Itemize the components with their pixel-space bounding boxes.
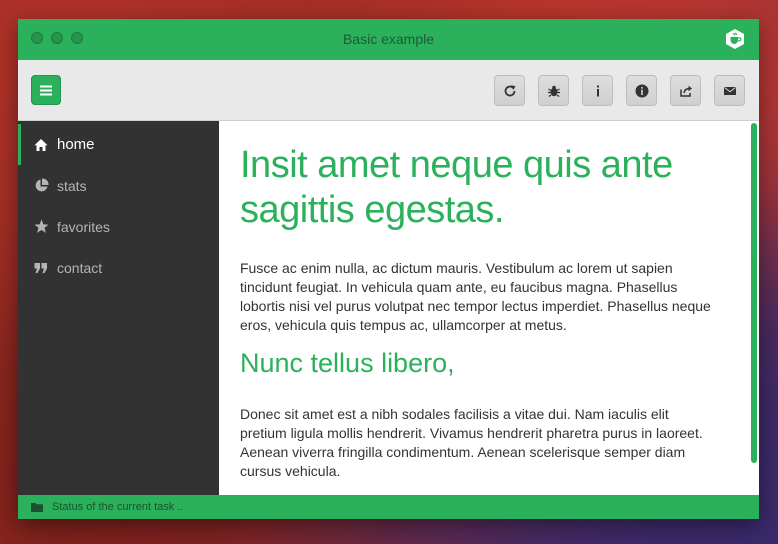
pie-chart-icon <box>33 178 49 194</box>
toolbar-actions <box>494 75 745 106</box>
refresh-button[interactable] <box>494 75 525 106</box>
scrollbar[interactable] <box>751 123 757 463</box>
status-bar: Status of the current task .. <box>18 495 759 519</box>
sidebar-item-favorites[interactable]: favorites <box>18 206 219 247</box>
window-title: Basic example <box>342 31 435 47</box>
paragraph: Fusce ac enim nulla, ac dictum mauris. V… <box>240 260 711 333</box>
sidebar-item-home[interactable]: home <box>18 124 219 165</box>
sidebar-item-label: stats <box>57 177 87 194</box>
refresh-icon <box>504 84 515 96</box>
info-i-icon <box>596 85 599 96</box>
share-icon <box>679 85 692 97</box>
section-heading: Nunc tellus libero, <box>240 348 455 378</box>
sidebar: home stats favorites contact <box>18 121 219 495</box>
sidebar-item-label: contact <box>57 259 103 276</box>
quote-icon <box>33 260 49 276</box>
home-icon <box>33 137 49 153</box>
bug-icon <box>547 85 560 97</box>
paragraph: Donec sit amet est a nibh sodales facili… <box>240 406 703 479</box>
about-button[interactable] <box>626 75 657 106</box>
sidebar-item-label: favorites <box>57 218 110 235</box>
star-icon <box>33 219 49 235</box>
mail-button[interactable] <box>714 75 745 106</box>
page-heading: Insit amet neque quis ante sagittis eges… <box>240 144 673 231</box>
info-circle-icon <box>635 84 648 97</box>
coffee-cup-hexagon-icon <box>724 28 746 50</box>
share-button[interactable] <box>670 75 701 106</box>
app-window: Basic example home stats favorites conta… <box>18 19 759 519</box>
toolbar <box>18 60 759 121</box>
mail-icon <box>723 86 736 95</box>
folder-icon <box>31 502 43 512</box>
hamburger-icon <box>40 85 52 95</box>
sidebar-item-stats[interactable]: stats <box>18 165 219 206</box>
content-pane[interactable]: Insit amet neque quis ante sagittis eges… <box>219 121 759 495</box>
debug-button[interactable] <box>538 75 569 106</box>
sidebar-item-contact[interactable]: contact <box>18 247 219 288</box>
menu-button[interactable] <box>31 75 61 105</box>
main-area: home stats favorites contact Insit amet … <box>18 121 759 495</box>
sidebar-item-label: home <box>57 136 95 153</box>
title-bar[interactable]: Basic example <box>18 19 759 60</box>
status-text: Status of the current task .. <box>52 501 184 513</box>
info-button[interactable] <box>582 75 613 106</box>
